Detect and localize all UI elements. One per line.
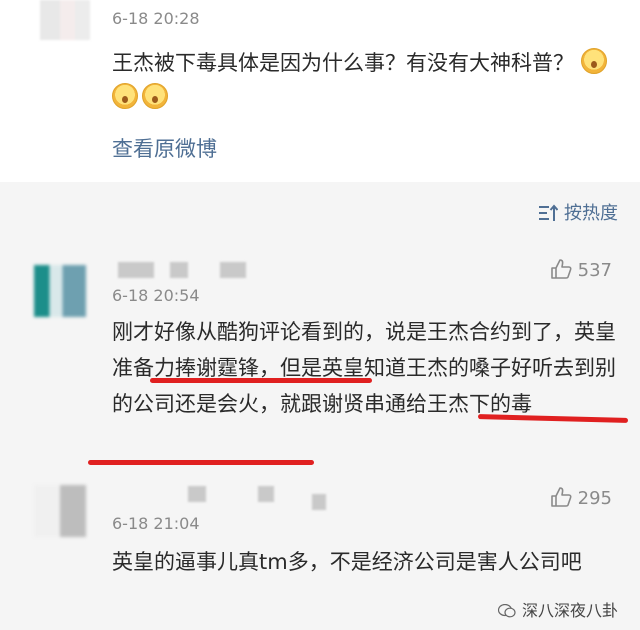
commenter-avatar[interactable] [34, 265, 86, 317]
sort-label: 按热度 [564, 203, 618, 224]
avatar[interactable] [40, 0, 90, 40]
like-button[interactable]: 537 [550, 258, 612, 281]
thumbs-up-icon [550, 487, 572, 507]
highlight-underline [88, 460, 314, 465]
shush-emoji-icon [112, 83, 138, 109]
post-text-content: 王杰被下毒具体是因为什么事？有没有大神科普？ [112, 51, 574, 75]
username-blurred [258, 486, 274, 502]
username-blurred[interactable] [188, 486, 206, 502]
watermark-text: 深八深夜八卦 [521, 601, 618, 620]
sort-by-hot-button[interactable]: 按热度 [538, 199, 618, 225]
original-post: 6-18 20:28 王杰被下毒具体是因为什么事？有没有大神科普？ 查看原微博 [0, 0, 640, 182]
comment-text: 刚才好像从酷狗评论看到的，说是王杰合约到了，英皇准备力捧谢霆锋，但是英皇知道王杰… [112, 320, 616, 416]
comment-time: 6-18 21:04 [112, 514, 200, 533]
post-time: 6-18 20:28 [112, 9, 200, 28]
like-button[interactable]: 295 [550, 486, 612, 509]
username-blurred [312, 494, 326, 510]
like-count: 295 [577, 488, 612, 509]
comment-text: 英皇的逼事儿真tm多，不是经济公司是害人公司吧 [112, 550, 582, 574]
highlight-underline [150, 378, 372, 383]
like-count: 537 [577, 260, 612, 281]
commenter-avatar[interactable] [34, 485, 86, 537]
username-blurred [220, 262, 246, 278]
wechat-icon [497, 604, 516, 618]
username-blurred[interactable] [118, 262, 154, 278]
sort-icon [539, 204, 558, 221]
watermark: 深八深夜八卦 [497, 597, 618, 621]
view-original-link[interactable]: 查看原微博 [112, 133, 217, 163]
comment-time: 6-18 20:54 [112, 286, 200, 305]
shush-emoji-icon [142, 83, 168, 109]
thumbs-up-icon [550, 259, 572, 279]
username-blurred [170, 262, 188, 278]
shush-emoji-icon [580, 48, 607, 74]
post-text: 王杰被下毒具体是因为什么事？有没有大神科普？ [112, 46, 612, 116]
